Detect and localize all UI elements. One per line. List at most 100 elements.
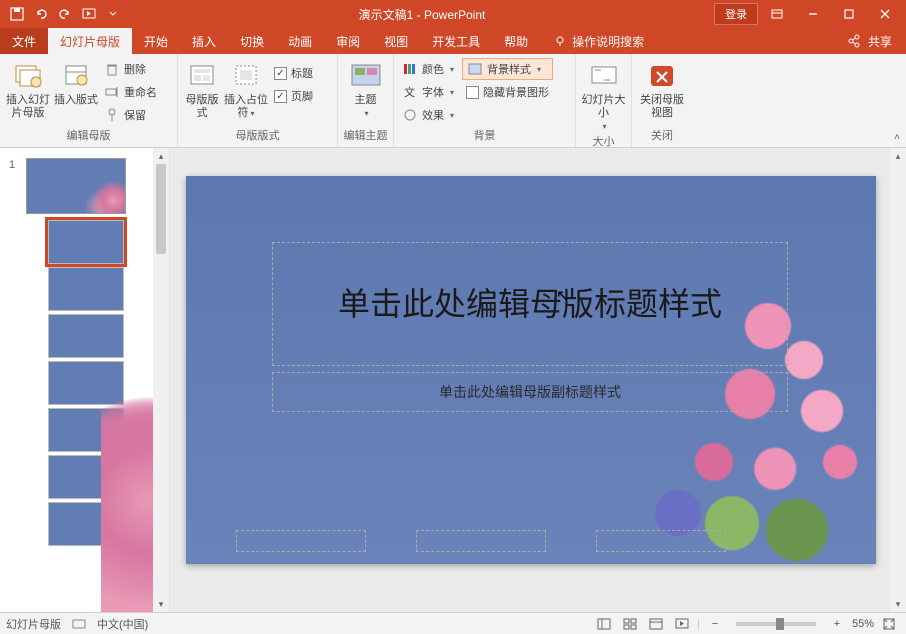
- chevron-down-icon: ▾: [450, 111, 454, 120]
- share-button[interactable]: 共享: [846, 28, 906, 54]
- tab-transitions[interactable]: 切换: [228, 28, 276, 54]
- master-layout-icon: [186, 60, 218, 92]
- ribbon-options-button[interactable]: [760, 2, 794, 26]
- background-styles-button[interactable]: 背景样式▾: [462, 58, 553, 80]
- quick-access-toolbar: [0, 3, 130, 25]
- slide-sorter-view-button[interactable]: [619, 615, 641, 633]
- ribbon-tabs: 文件 幻灯片母版 开始 插入 切换 动画 审阅 视图 开发工具 帮助 操作说明搜…: [0, 28, 906, 54]
- date-placeholder[interactable]: [236, 530, 366, 552]
- colors-button[interactable]: 颜色▾: [398, 58, 458, 80]
- thumb-layout-2[interactable]: [48, 267, 124, 311]
- thumbnail-pane[interactable]: 1 ▴ ▾: [0, 148, 170, 612]
- fit-to-window-button[interactable]: [878, 615, 900, 633]
- group-label-background: 背景: [398, 127, 571, 145]
- theme-button[interactable]: 主题▾: [342, 56, 389, 120]
- slide-canvas-area[interactable]: 单击此处编辑母版标题样式 单击此处编辑母版副标题样式 ↖ ▴ ▾: [170, 148, 906, 612]
- close-button[interactable]: [868, 2, 902, 26]
- status-language[interactable]: 中文(中国): [97, 616, 148, 632]
- delete-icon: [104, 61, 120, 77]
- tab-animations[interactable]: 动画: [276, 28, 324, 54]
- rename-button[interactable]: 重命名: [100, 81, 161, 103]
- slideshow-view-button[interactable]: [671, 615, 693, 633]
- tab-review[interactable]: 审阅: [324, 28, 372, 54]
- insert-placeholder-icon: [230, 60, 262, 92]
- zoom-slider-handle[interactable]: [776, 618, 784, 630]
- zoom-slider[interactable]: [736, 622, 816, 626]
- thumb-layout-7[interactable]: [48, 502, 124, 546]
- chevron-down-icon: ▾: [602, 122, 606, 131]
- tab-home[interactable]: 开始: [132, 28, 180, 54]
- normal-view-button[interactable]: [593, 615, 615, 633]
- qat-customize-button[interactable]: [102, 3, 124, 25]
- start-from-beginning-button[interactable]: [78, 3, 100, 25]
- collapse-ribbon-button[interactable]: ˄: [894, 132, 900, 143]
- lightbulb-icon: [552, 33, 568, 49]
- group-master-layout: 母版版式 插入占位符▾ ✓标题 ✓页脚 母版版式: [178, 54, 338, 147]
- slide-size-icon: [588, 60, 620, 92]
- hide-background-checkbox[interactable]: 隐藏背景图形: [462, 81, 553, 103]
- footer-placeholder[interactable]: [416, 530, 546, 552]
- undo-button[interactable]: [30, 3, 52, 25]
- canvas-scrollbar-vertical[interactable]: ▴ ▾: [890, 148, 906, 612]
- title-placeholder[interactable]: 单击此处编辑母版标题样式: [272, 242, 788, 366]
- tab-developer[interactable]: 开发工具: [420, 28, 492, 54]
- zoom-in-button[interactable]: +: [826, 615, 848, 633]
- slide-master-canvas[interactable]: 单击此处编辑母版标题样式 单击此处编辑母版副标题样式 ↖: [186, 176, 876, 564]
- tab-file[interactable]: 文件: [0, 28, 48, 54]
- master-layout-button[interactable]: 母版版式: [182, 56, 222, 120]
- delete-button[interactable]: 删除: [100, 58, 161, 80]
- tell-me-search[interactable]: 操作说明搜索: [540, 28, 656, 54]
- insert-slide-master-icon: [12, 60, 44, 92]
- save-button[interactable]: [6, 3, 28, 25]
- slide-size-button[interactable]: 幻灯片大小▾: [580, 56, 627, 133]
- title-bar-right: 登录: [714, 2, 906, 26]
- tab-slide-master[interactable]: 幻灯片母版: [48, 28, 132, 54]
- zoom-level[interactable]: 55%: [852, 618, 874, 630]
- group-edit-master: 插入幻灯片母版 插入版式 删除 重命名 保留 编辑母版: [0, 54, 178, 147]
- maximize-button[interactable]: [832, 2, 866, 26]
- background-styles-icon: [467, 61, 483, 77]
- preserve-button[interactable]: 保留: [100, 104, 161, 126]
- insert-slide-master-button[interactable]: 插入幻灯片母版: [4, 56, 52, 120]
- effects-button[interactable]: 效果▾: [398, 104, 458, 126]
- group-background: 颜色▾ 文字体▾ 效果▾ 背景样式▾ 隐藏背景图形 背景: [394, 54, 576, 147]
- chevron-down-icon: ▾: [250, 109, 254, 118]
- group-label-edit-master: 编辑母版: [4, 127, 173, 145]
- close-master-view-button[interactable]: 关闭母版视图: [636, 56, 688, 120]
- scroll-down-icon[interactable]: ▾: [153, 596, 169, 612]
- tab-help[interactable]: 帮助: [492, 28, 540, 54]
- login-button[interactable]: 登录: [714, 3, 758, 25]
- thumb-slide-master[interactable]: 1: [26, 158, 126, 214]
- group-size: 幻灯片大小▾ 大小: [576, 54, 632, 147]
- scroll-up-icon[interactable]: ▴: [890, 148, 906, 164]
- svg-text:文: 文: [404, 85, 415, 99]
- chevron-down-icon: ▾: [450, 65, 454, 74]
- scroll-down-icon[interactable]: ▾: [890, 596, 906, 612]
- minimize-button[interactable]: [796, 2, 830, 26]
- redo-button[interactable]: [54, 3, 76, 25]
- zoom-out-button[interactable]: −: [704, 615, 726, 633]
- thumbnail-scrollbar[interactable]: ▴ ▾: [153, 148, 169, 612]
- subtitle-placeholder[interactable]: 单击此处编辑母版副标题样式: [272, 372, 788, 412]
- workspace: 1 ▴ ▾ 单击此处编辑母版标题样式 单击此处编辑母版副标题样式 ↖ ▴ ▾: [0, 148, 906, 612]
- insert-layout-button[interactable]: 插入版式: [52, 56, 100, 107]
- title-bar: 演示文稿1 - PowerPoint 登录: [0, 0, 906, 28]
- share-icon: [846, 33, 862, 49]
- insert-placeholder-button[interactable]: 插入占位符▾: [222, 56, 270, 120]
- group-label-close: 关闭: [636, 127, 688, 145]
- slide-number-placeholder[interactable]: [596, 530, 726, 552]
- fonts-icon: 文: [402, 84, 418, 100]
- checkbox-checked-icon: ✓: [274, 90, 287, 103]
- fonts-button[interactable]: 文字体▾: [398, 81, 458, 103]
- thumb-flowers-icon: [86, 181, 125, 213]
- accessibility-indicator[interactable]: [71, 616, 87, 632]
- thumb-layout-1[interactable]: [48, 220, 124, 264]
- tab-view[interactable]: 视图: [372, 28, 420, 54]
- title-checkbox[interactable]: ✓标题: [270, 62, 317, 84]
- reading-view-button[interactable]: [645, 615, 667, 633]
- tab-insert[interactable]: 插入: [180, 28, 228, 54]
- footer-checkbox[interactable]: ✓页脚: [270, 85, 317, 107]
- scroll-up-icon[interactable]: ▴: [153, 148, 169, 164]
- scrollbar-thumb[interactable]: [156, 164, 166, 254]
- status-mode: 幻灯片母版: [6, 616, 61, 632]
